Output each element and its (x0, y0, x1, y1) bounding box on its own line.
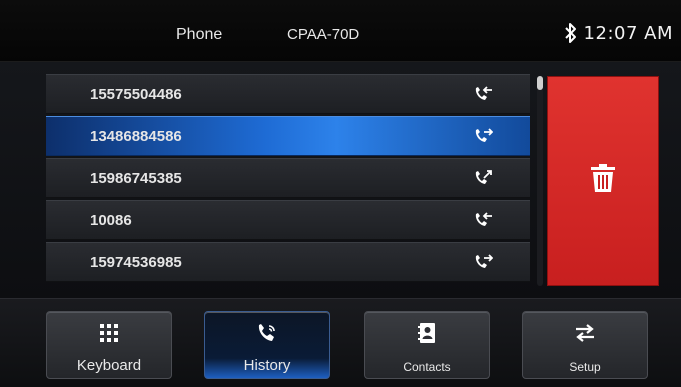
phone-number: 15986745385 (90, 170, 182, 187)
tab-label: History (243, 357, 291, 374)
tab-label: Keyboard (76, 357, 142, 374)
device-name: CPAA-70D (287, 26, 360, 43)
phone-screen: Phone CPAA-70D 12:07 AM 15575504486 1348… (0, 0, 681, 387)
app-title: Phone (176, 26, 223, 43)
clock: 12:07 AM (583, 22, 673, 44)
incoming-call-icon (475, 86, 492, 100)
bottom-tab-bar: Keyboard History Contacts Setup (0, 298, 681, 387)
status-area: 12:07 AM (564, 22, 673, 44)
bluetooth-icon (564, 23, 576, 43)
call-history-row[interactable]: 15974536985 (46, 242, 530, 282)
tab-setup[interactable]: Setup (522, 311, 648, 379)
outgoing-call-icon (475, 254, 493, 268)
trash-icon (591, 164, 615, 192)
tab-label: Contacts (403, 360, 451, 374)
phone-number: 15575504486 (90, 86, 182, 103)
missed-call-icon (475, 170, 492, 184)
tab-label: Setup (569, 360, 601, 374)
contacts-book-icon (418, 323, 435, 343)
call-history-list: 15575504486 13486884586 15986745385 1008… (46, 74, 530, 284)
delete-button[interactable] (547, 76, 659, 286)
scrollbar-thumb[interactable] (537, 76, 543, 90)
phone-number: 13486884586 (90, 128, 182, 145)
call-history-row[interactable]: 15575504486 (46, 74, 530, 114)
status-header: Phone CPAA-70D 12:07 AM (0, 0, 681, 62)
call-history-row-selected[interactable]: 13486884586 (46, 116, 530, 156)
scroll-track[interactable] (537, 76, 543, 286)
tab-contacts[interactable]: Contacts (364, 311, 490, 379)
call-history-row[interactable]: 15986745385 (46, 158, 530, 198)
phone-number: 15974536985 (90, 254, 182, 271)
outgoing-call-icon (475, 128, 493, 142)
keypad-icon (100, 324, 118, 342)
phone-history-icon (258, 324, 275, 341)
incoming-call-icon (475, 212, 492, 226)
call-history-row[interactable]: 10086 (46, 200, 530, 240)
call-history-panel: 15575504486 13486884586 15986745385 1008… (0, 62, 681, 298)
phone-number: 10086 (90, 212, 132, 229)
tab-history[interactable]: History (204, 311, 330, 379)
swap-arrows-icon (576, 324, 594, 342)
tab-keyboard[interactable]: Keyboard (46, 311, 172, 379)
